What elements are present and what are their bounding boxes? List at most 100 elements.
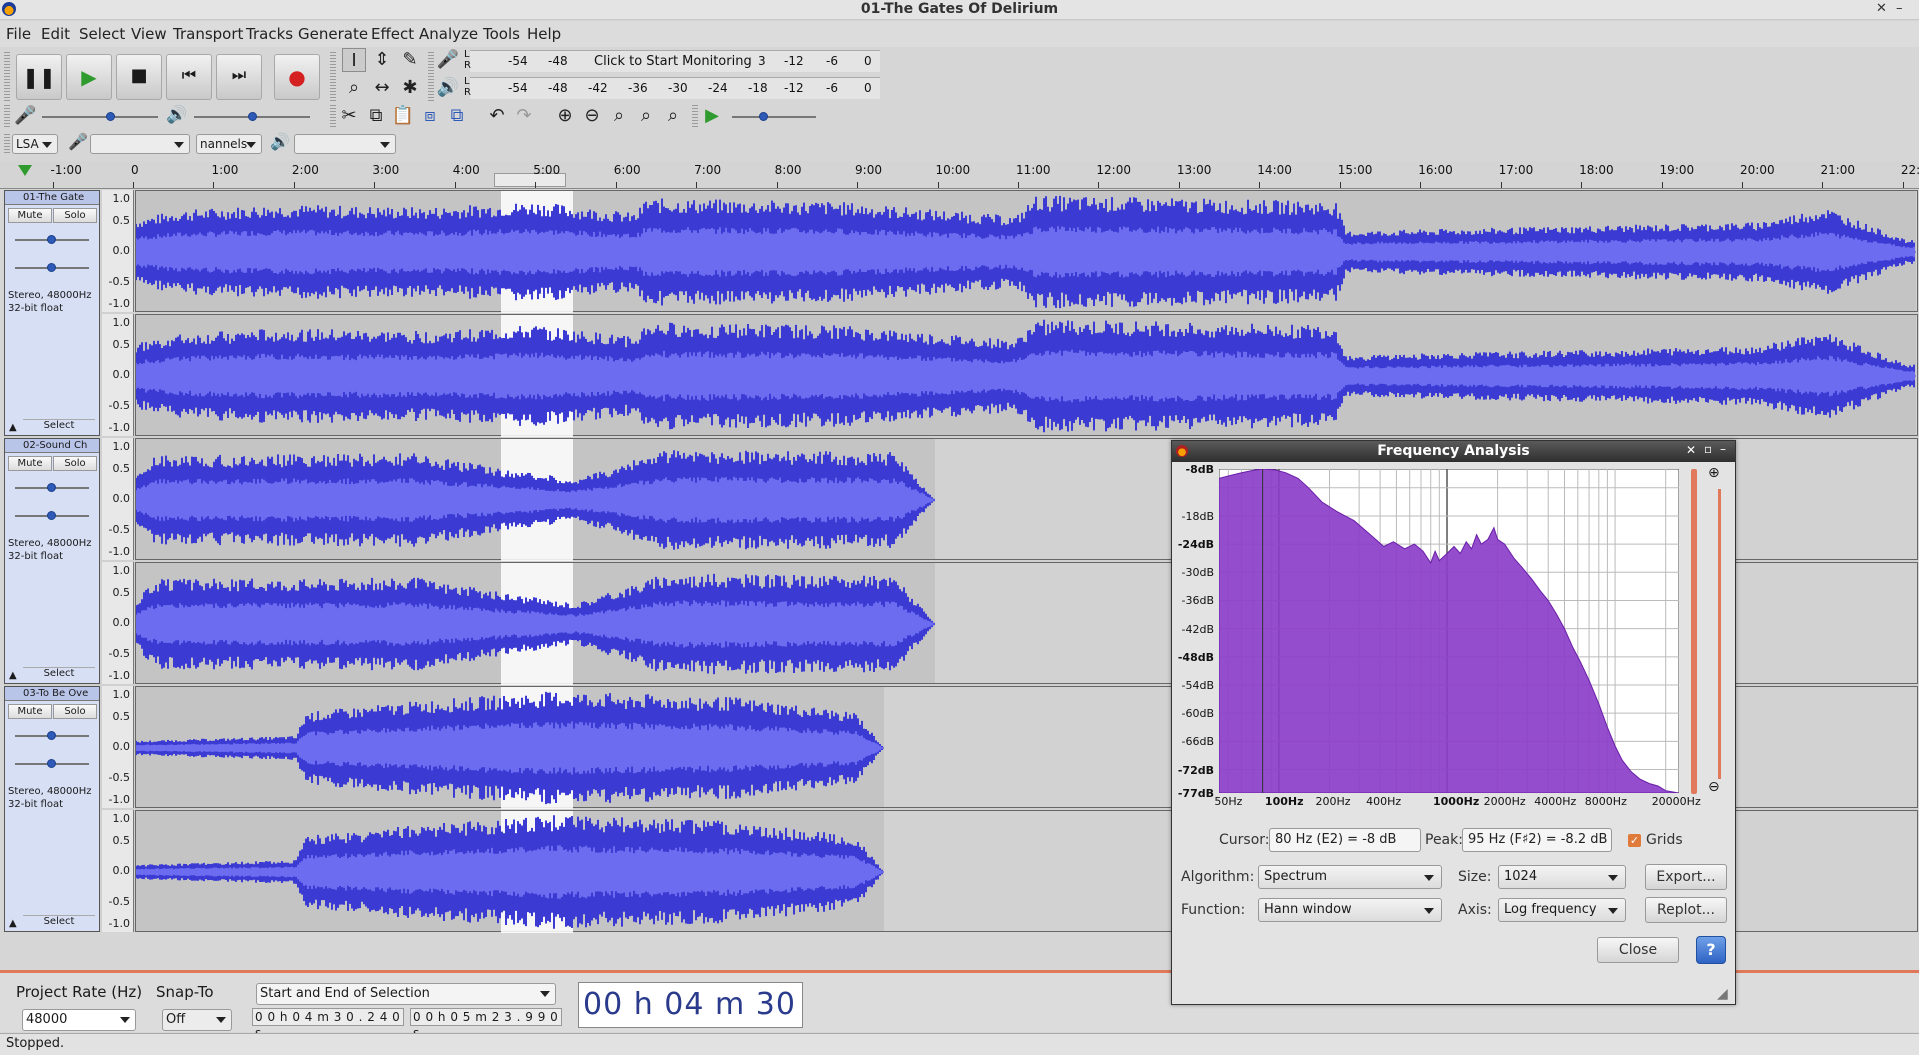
menu-tracks[interactable]: Tracks	[246, 25, 293, 43]
resize-grip-icon[interactable]: ◢	[1717, 986, 1728, 1002]
select-track-button[interactable]: Select	[23, 915, 95, 928]
selection-start-time[interactable]: 0 0 h 0 4 m 3 0 . 2 4 0 s	[252, 1008, 404, 1040]
menu-analyze[interactable]: Analyze	[419, 25, 478, 43]
timeline-ruler[interactable]: -1:00 0 1:00 2:00 3:00 4:00 5:00 6:00 7:00 8:00 9:…	[0, 161, 1919, 189]
collapse-track-icon[interactable]: ▲	[9, 918, 17, 929]
multi-tool[interactable]: ✱	[398, 76, 422, 100]
toolbar-grip[interactable]	[4, 52, 10, 102]
track-control-panel[interactable]: ✕03-To Be OveMuteSoloStereo, 48000Hz32-b…	[4, 686, 100, 932]
zoom-toggle-button[interactable]: ⌕	[661, 104, 685, 128]
selection-mode-select[interactable]: Start and End of Selection	[256, 983, 556, 1005]
vertical-zoom-slider[interactable]	[1718, 489, 1721, 779]
menu-generate[interactable]: Generate	[298, 25, 368, 43]
mute-button[interactable]: Mute	[8, 456, 52, 471]
toolbar-grip[interactable]	[4, 105, 10, 127]
play-speed-slider[interactable]	[732, 112, 816, 122]
gain-slider[interactable]	[15, 731, 89, 741]
audio-host-select[interactable]: LSA	[12, 134, 58, 154]
track-control-panel[interactable]: ✕02-Sound ChMuteSoloStereo, 48000Hz32-bi…	[4, 438, 100, 684]
envelope-tool[interactable]: ⇕	[370, 48, 394, 72]
menu-help[interactable]: Help	[527, 25, 561, 43]
collapse-track-icon[interactable]: ▲	[9, 422, 17, 433]
minimize-window-icon[interactable]: –	[1896, 1, 1903, 16]
stop-button[interactable]: ■	[116, 54, 162, 100]
menu-edit[interactable]: Edit	[41, 25, 70, 43]
close-window-icon[interactable]: ✕	[1876, 1, 1887, 16]
zoom-out-button[interactable]: ⊖	[580, 104, 604, 128]
zoom-in-button[interactable]: ⊕	[553, 104, 577, 128]
fit-project-button[interactable]: ⌕	[634, 104, 658, 128]
select-track-button[interactable]: Select	[23, 419, 95, 432]
paste-button[interactable]: 📋	[391, 104, 415, 128]
waveform-channel[interactable]	[135, 314, 1918, 437]
track-name-menu[interactable]: 02-Sound Ch	[5, 439, 99, 453]
pan-slider[interactable]	[15, 263, 89, 273]
menu-view[interactable]: View	[131, 25, 167, 43]
audio-position-display[interactable]: 00 h 04 m 30 s	[578, 982, 803, 1055]
playback-meter[interactable]: L R -54 -48 -42 -36 -30 -24 -18 -12 -6 0	[464, 76, 880, 99]
record-volume-slider[interactable]	[42, 112, 158, 122]
mute-button[interactable]: Mute	[8, 208, 52, 223]
export-button[interactable]: Export...	[1645, 864, 1727, 890]
pan-slider[interactable]	[15, 759, 89, 769]
copy-button[interactable]: ⧉	[364, 104, 388, 128]
toolbar-grip[interactable]	[428, 52, 434, 102]
playback-device-select[interactable]	[294, 134, 396, 154]
silence-button[interactable]: ⧉	[445, 104, 469, 128]
toolbar-grip[interactable]	[692, 105, 698, 127]
track-name-menu[interactable]: 03-To Be Ove	[5, 687, 99, 701]
track-control-panel[interactable]: ✕01-The GateMuteSoloStereo, 48000Hz32-bi…	[4, 190, 100, 436]
playback-volume-slider[interactable]	[194, 112, 310, 122]
function-select[interactable]: Hann window	[1258, 898, 1442, 922]
undo-button[interactable]: ↶	[485, 104, 509, 128]
record-meter[interactable]: L R -54 -48 Click to Start Monitoring 3 …	[464, 49, 880, 72]
axis-select[interactable]: Log frequency	[1498, 898, 1626, 922]
play-button[interactable]: ▶	[66, 54, 112, 100]
help-button[interactable]: ?	[1696, 936, 1726, 964]
algorithm-select[interactable]: Spectrum	[1258, 865, 1442, 889]
size-select[interactable]: 1024	[1498, 865, 1626, 889]
menu-tools[interactable]: Tools	[483, 25, 520, 43]
toolbar-grip[interactable]	[4, 134, 10, 154]
fit-selection-button[interactable]: ⌕	[607, 104, 631, 128]
collapse-track-icon[interactable]: ▲	[9, 670, 17, 681]
playback-meter-button[interactable]: 🔊	[436, 76, 460, 100]
solo-button[interactable]: Solo	[53, 704, 97, 719]
pause-button[interactable]: ❚❚	[16, 54, 62, 100]
play-at-speed-button[interactable]: ▶	[700, 104, 724, 128]
draw-tool[interactable]: ✎	[398, 48, 422, 72]
zoom-out-icon[interactable]: ⊖	[1708, 779, 1720, 795]
gain-slider[interactable]	[15, 483, 89, 493]
toolbar-grip[interactable]	[330, 105, 336, 127]
record-button[interactable]: ●	[274, 54, 320, 100]
menu-select[interactable]: Select	[79, 25, 125, 43]
selection-end-time[interactable]: 0 0 h 0 5 m 2 3 . 9 9 0 s	[410, 1008, 562, 1040]
recording-device-select[interactable]	[90, 134, 190, 154]
cursor-value-field[interactable]: 80 Hz (E2) = -8 dB	[1269, 828, 1421, 852]
record-meter-button[interactable]: 🎤	[436, 48, 460, 72]
peak-value-field[interactable]: 95 Hz (F♯2) = -8.2 dB	[1462, 828, 1612, 852]
solo-button[interactable]: Solo	[53, 456, 97, 471]
menu-file[interactable]: File	[6, 25, 31, 43]
trim-button[interactable]: ⧈	[418, 104, 442, 128]
cut-button[interactable]: ✂	[337, 104, 361, 128]
snap-to-select[interactable]: Off	[162, 1009, 232, 1031]
mute-button[interactable]: Mute	[8, 704, 52, 719]
toolbar-grip[interactable]	[330, 52, 336, 102]
close-button[interactable]: Close	[1597, 937, 1679, 963]
track-name-menu[interactable]: 01-The Gate	[5, 191, 99, 205]
menu-effect[interactable]: Effect	[371, 25, 414, 43]
skip-to-end-button[interactable]: ⏭	[216, 54, 262, 100]
solo-button[interactable]: Solo	[53, 208, 97, 223]
zoom-in-icon[interactable]: ⊕	[1708, 465, 1720, 481]
waveform-channel[interactable]	[135, 190, 1918, 313]
redo-button[interactable]: ↷	[512, 104, 536, 128]
timeshift-tool[interactable]: ↔	[370, 76, 394, 100]
project-rate-select[interactable]: 48000	[22, 1009, 136, 1031]
recording-channels-select[interactable]: nannels	[196, 134, 262, 154]
select-track-button[interactable]: Select	[23, 667, 95, 680]
replot-button[interactable]: Replot...	[1645, 897, 1727, 923]
gain-slider[interactable]	[15, 235, 89, 245]
pan-slider[interactable]	[15, 511, 89, 521]
zoom-tool[interactable]: ⌕	[342, 76, 366, 100]
